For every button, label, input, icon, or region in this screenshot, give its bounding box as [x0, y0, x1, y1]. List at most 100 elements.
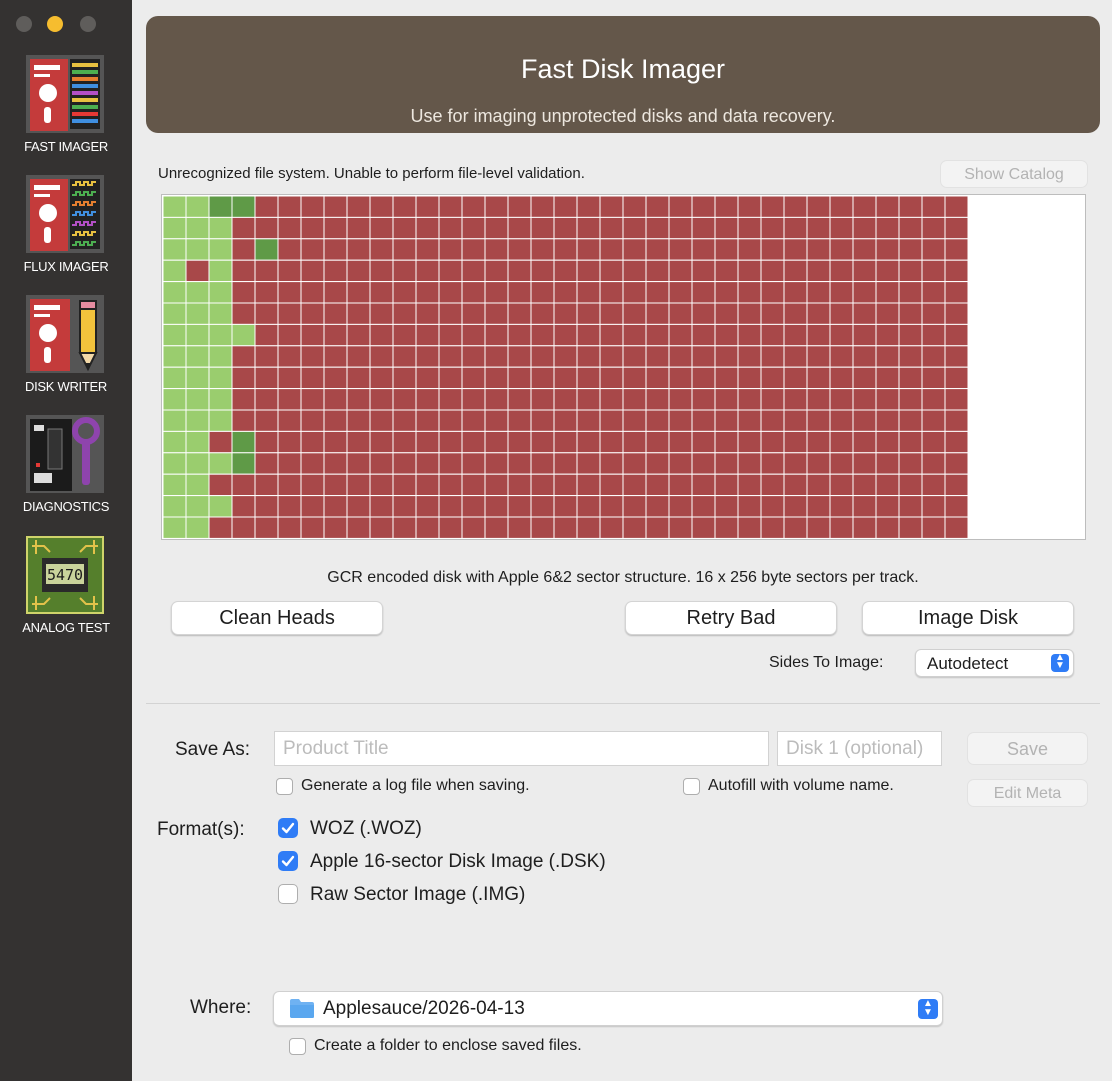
sector-cell — [530, 302, 555, 325]
sector-cell — [254, 473, 279, 497]
minimize-icon[interactable] — [47, 16, 63, 32]
woz-format-checkbox[interactable] — [278, 818, 298, 838]
sector-cell — [323, 196, 348, 218]
sector-cell — [852, 430, 877, 454]
sector-cell — [231, 409, 256, 432]
sector-cell — [438, 281, 463, 304]
sector-cell — [208, 216, 233, 240]
retry-bad-button[interactable]: Retry Bad — [625, 601, 837, 635]
sector-cell — [484, 259, 509, 283]
sector-cell — [599, 281, 624, 304]
image-disk-button[interactable]: Image Disk — [862, 601, 1074, 635]
sector-cell — [576, 388, 601, 411]
sector-cell — [806, 516, 831, 538]
sector-cell — [622, 281, 647, 304]
sector-cell — [369, 345, 394, 368]
sector-cell — [691, 388, 716, 411]
sector-cell — [185, 366, 210, 390]
sector-cell — [806, 196, 831, 218]
sector-cell — [392, 238, 417, 261]
sector-cell — [346, 430, 371, 454]
sector-cell — [231, 388, 256, 411]
sector-cell — [852, 388, 877, 411]
sector-cell — [277, 388, 302, 411]
disk-number-input[interactable] — [777, 731, 942, 766]
sector-cell — [553, 452, 578, 475]
where-select[interactable]: Applesauce/2026-04-13 ▲ ▼ — [273, 991, 943, 1026]
sector-cell — [921, 473, 946, 497]
sector-cell — [346, 345, 371, 368]
save-as-label: Save As: — [175, 739, 250, 760]
sector-cell — [185, 259, 210, 283]
sector-cell — [163, 452, 187, 475]
sector-cell — [163, 259, 187, 283]
sector-cell — [369, 323, 394, 347]
sector-cell — [553, 196, 578, 218]
sector-cell — [921, 302, 946, 325]
save-button[interactable]: Save — [967, 732, 1088, 765]
sector-cell — [875, 388, 900, 411]
sector-cell — [737, 196, 762, 218]
sector-cell — [622, 430, 647, 454]
sector-cell — [898, 388, 923, 411]
sector-cell — [691, 323, 716, 347]
sector-cell — [438, 323, 463, 347]
sector-cell — [576, 216, 601, 240]
sector-cell — [438, 473, 463, 497]
dsk-format-checkbox[interactable] — [278, 851, 298, 871]
sector-cell — [530, 281, 555, 304]
sector-cell — [944, 473, 969, 497]
autofill-checkbox[interactable] — [683, 778, 700, 795]
sector-cell — [645, 452, 670, 475]
sector-cell — [668, 516, 693, 538]
sector-cell — [898, 238, 923, 261]
sides-to-image-select[interactable]: Autodetect ▲ ▼ — [915, 649, 1074, 677]
sector-cell — [369, 281, 394, 304]
sector-cell — [507, 323, 532, 347]
sector-cell — [438, 196, 463, 218]
sector-cell — [369, 409, 394, 432]
close-icon[interactable] — [16, 16, 32, 32]
sector-cell — [392, 259, 417, 283]
sector-cell — [553, 216, 578, 240]
sector-cell — [921, 409, 946, 432]
sector-cell — [622, 452, 647, 475]
product-title-input[interactable] — [274, 731, 769, 766]
sector-cell — [530, 516, 555, 538]
sector-cell — [668, 409, 693, 432]
sector-cell — [760, 238, 785, 261]
sector-cell — [921, 345, 946, 368]
sector-cell — [691, 216, 716, 240]
sector-cell — [714, 216, 739, 240]
sector-cell — [599, 452, 624, 475]
log-file-checkbox[interactable] — [276, 778, 293, 795]
sector-cell — [944, 281, 969, 304]
enclose-folder-checkbox[interactable] — [289, 1038, 306, 1055]
sector-cell — [668, 302, 693, 325]
sector-cell — [507, 281, 532, 304]
sector-cell — [461, 409, 486, 432]
sector-cell — [737, 409, 762, 432]
sector-cell — [714, 366, 739, 390]
edit-meta-button[interactable]: Edit Meta — [967, 779, 1088, 807]
sector-cell — [163, 345, 187, 368]
sector-cell — [208, 323, 233, 347]
sector-cell — [484, 323, 509, 347]
sector-cell — [185, 516, 210, 538]
sector-cell — [645, 430, 670, 454]
sector-cell — [852, 409, 877, 432]
show-catalog-button[interactable]: Show Catalog — [940, 160, 1088, 188]
clean-heads-button[interactable]: Clean Heads — [171, 601, 383, 635]
sector-cell — [806, 281, 831, 304]
sector-cell — [530, 196, 555, 218]
sector-cell — [829, 281, 854, 304]
sector-cell — [300, 345, 325, 368]
sector-cell — [668, 323, 693, 347]
sector-cell — [852, 216, 877, 240]
sector-cell — [645, 345, 670, 368]
sector-cell — [576, 323, 601, 347]
sector-cell — [714, 409, 739, 432]
img-format-checkbox[interactable] — [278, 884, 298, 904]
zoom-icon[interactable] — [80, 16, 96, 32]
sector-cell — [254, 452, 279, 475]
